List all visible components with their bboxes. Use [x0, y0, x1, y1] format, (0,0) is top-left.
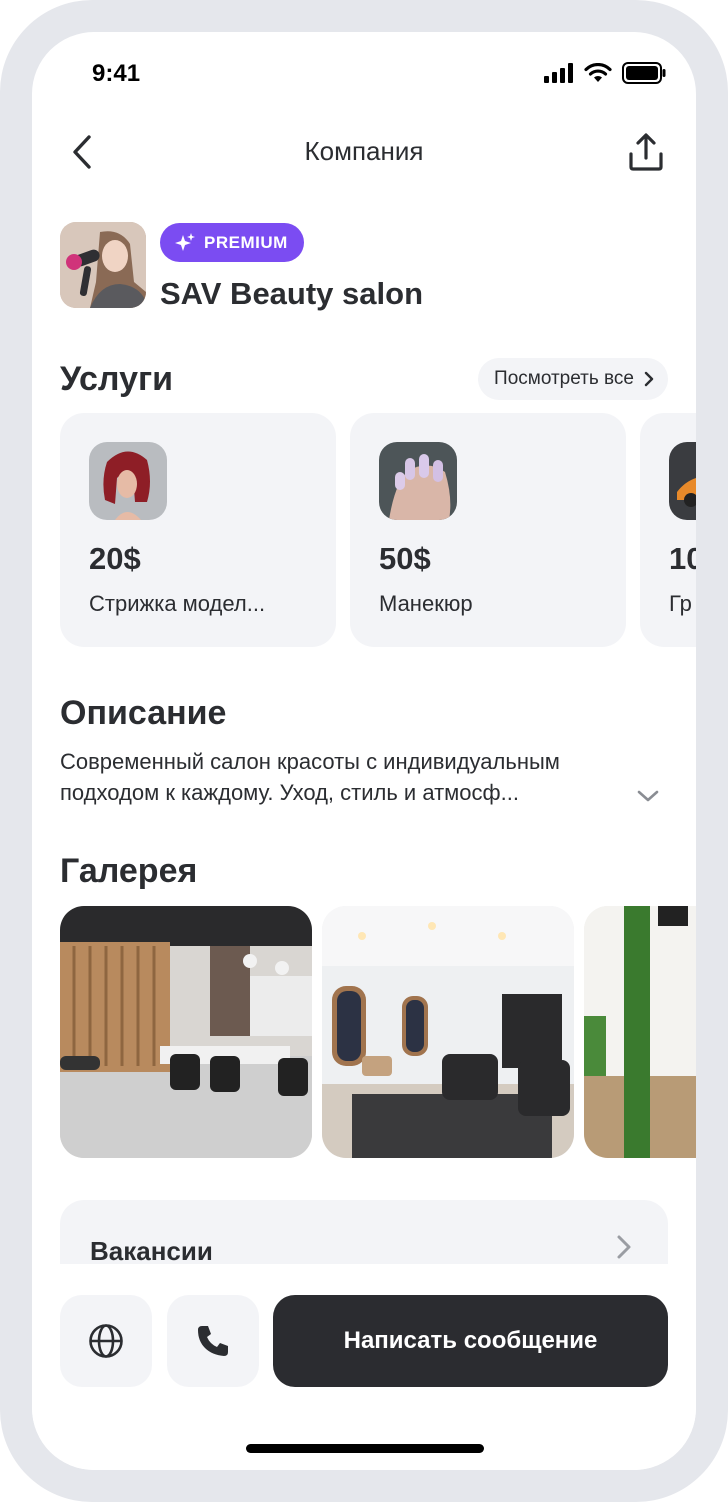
chevron-right-icon	[617, 1235, 631, 1259]
sparkle-icon	[175, 232, 195, 251]
services-title: Услуги	[60, 360, 174, 398]
share-icon	[629, 133, 663, 171]
gallery-title: Галерея	[60, 852, 198, 890]
gallery-carousel[interactable]	[60, 906, 696, 1158]
phone-icon	[198, 1326, 228, 1356]
premium-badge-label: PREMIUM	[204, 232, 288, 252]
company-name: SAV Beauty salon	[160, 276, 424, 311]
phone-screen: 9:41 Компания PREMIUM SAV Beauty salon У…	[32, 32, 696, 1470]
bottom-action-bar: Написать сообщение	[32, 1264, 696, 1470]
description-title: Описание	[60, 694, 227, 732]
description-line: Современный салон красоты с индивидуальн…	[60, 749, 560, 774]
globe-icon	[89, 1324, 123, 1358]
service-thumbnail	[89, 442, 167, 520]
battery-icon	[622, 62, 666, 84]
device-frame: 9:41 Компания PREMIUM SAV Beauty salon У…	[0, 0, 728, 1502]
service-thumbnail	[669, 442, 696, 520]
chevron-down-icon	[637, 790, 659, 802]
expand-description-button[interactable]	[634, 784, 662, 808]
gallery-photo[interactable]	[322, 906, 574, 1158]
gallery-photo[interactable]	[60, 906, 312, 1158]
service-card[interactable]: 50$ Манекюр	[350, 413, 626, 647]
website-button[interactable]	[60, 1295, 152, 1387]
gallery-photo[interactable]	[584, 906, 696, 1158]
service-name: Гр	[669, 591, 692, 616]
call-button[interactable]	[167, 1295, 259, 1387]
service-price: 20$	[89, 541, 141, 576]
wifi-icon	[584, 63, 612, 82]
service-price: 50$	[379, 541, 431, 576]
page-title: Компания	[304, 136, 424, 166]
chevron-right-icon	[644, 371, 654, 387]
description-line: подходом к каждому. Уход, стиль и атмосф…	[60, 780, 519, 805]
service-price: 10	[669, 541, 696, 576]
services-carousel[interactable]: 20$ Стрижка модел... 50$ Манекюр 10 Гр	[60, 413, 696, 647]
see-all-services-button[interactable]: Посмотреть все	[478, 358, 668, 400]
service-card[interactable]: 10 Гр	[640, 413, 696, 647]
service-thumbnail	[379, 442, 457, 520]
send-message-button[interactable]: Написать сообщение	[273, 1295, 668, 1387]
share-button[interactable]	[624, 130, 668, 174]
premium-badge: PREMIUM	[160, 223, 304, 262]
status-icons	[544, 62, 666, 84]
description-text: Современный салон красоты с индивидуальн…	[60, 746, 660, 808]
vacancies-label: Вакансии	[90, 1236, 213, 1266]
service-card[interactable]: 20$ Стрижка модел...	[60, 413, 336, 647]
see-all-label: Посмотреть все	[494, 368, 634, 389]
company-logo-image	[60, 222, 146, 308]
status-time: 9:41	[92, 60, 141, 87]
signal-icon	[544, 63, 573, 83]
company-logo	[60, 222, 146, 308]
service-name: Стрижка модел...	[89, 591, 266, 616]
service-name: Манекюр	[379, 591, 473, 616]
home-indicator	[246, 1444, 484, 1453]
